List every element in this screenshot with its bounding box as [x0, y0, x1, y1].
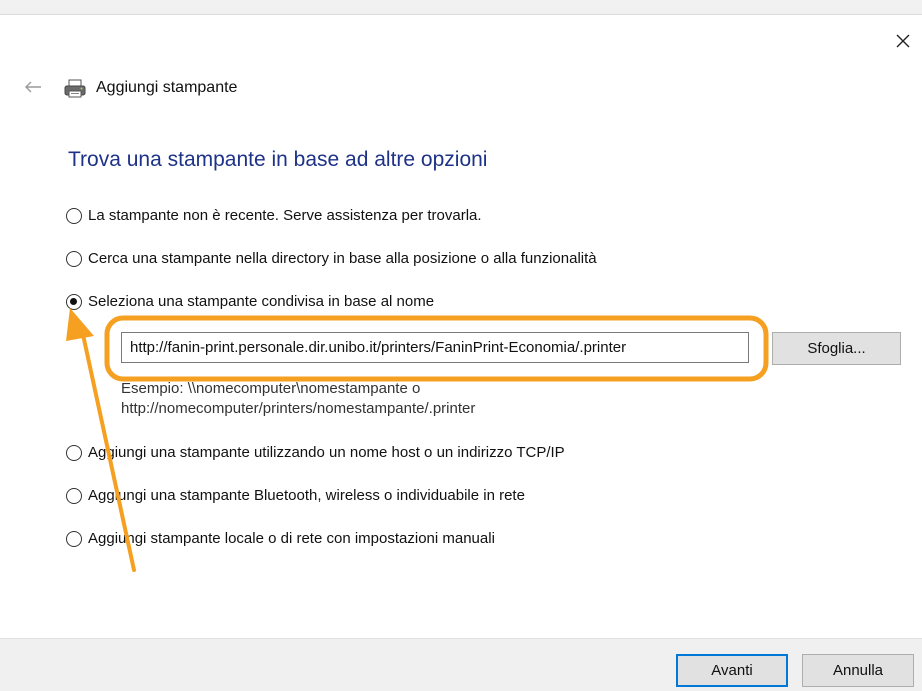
- option-directory-search[interactable]: Cerca una stampante nella directory in b…: [66, 250, 597, 267]
- option-tcpip[interactable]: Aggiungi una stampante utilizzando un no…: [66, 444, 565, 461]
- radio-old-printer[interactable]: [66, 207, 82, 224]
- radio-tcpip[interactable]: [66, 444, 82, 461]
- example-text-line-2: http://nomecomputer/printers/nomestampan…: [121, 400, 476, 417]
- option-label: Aggiungi una stampante utilizzando un no…: [88, 444, 565, 461]
- radio-bluetooth-wireless[interactable]: [66, 487, 82, 504]
- page-heading: Trova una stampante in base ad altre opz…: [68, 148, 488, 171]
- annotation-arrow-head: [66, 308, 94, 341]
- option-label: Cerca una stampante nella directory in b…: [88, 250, 597, 267]
- option-label: Seleziona una stampante condivisa in bas…: [88, 293, 435, 310]
- radio-shared-by-name[interactable]: [66, 293, 82, 310]
- radio-directory-search[interactable]: [66, 250, 82, 267]
- close-icon: [896, 34, 910, 48]
- option-label: La stampante non è recente. Serve assist…: [88, 207, 482, 224]
- close-button[interactable]: [892, 30, 914, 52]
- printer-icon: [62, 78, 88, 100]
- option-shared-by-name[interactable]: Seleziona una stampante condivisa in bas…: [66, 293, 434, 310]
- shared-printer-path-input[interactable]: [121, 332, 749, 363]
- radio-local-manual[interactable]: [66, 530, 82, 547]
- option-bluetooth-wireless[interactable]: Aggiungi una stampante Bluetooth, wirele…: [66, 487, 525, 504]
- example-text-line-1: Esempio: \\nomecomputer\nomestampante o: [121, 380, 421, 397]
- option-local-manual[interactable]: Aggiungi stampante locale o di rete con …: [66, 530, 495, 547]
- cancel-button[interactable]: Annulla: [802, 654, 914, 687]
- back-button[interactable]: [22, 76, 44, 98]
- wizard-title: Aggiungi stampante: [96, 79, 238, 96]
- back-arrow-icon: [25, 81, 41, 93]
- top-strip: [0, 0, 922, 15]
- option-label: Aggiungi una stampante Bluetooth, wirele…: [88, 487, 525, 504]
- next-button[interactable]: Avanti: [676, 654, 788, 687]
- browse-button[interactable]: Sfoglia...: [772, 332, 901, 365]
- option-old-printer[interactable]: La stampante non è recente. Serve assist…: [66, 207, 482, 224]
- option-label: Aggiungi stampante locale o di rete con …: [88, 530, 495, 547]
